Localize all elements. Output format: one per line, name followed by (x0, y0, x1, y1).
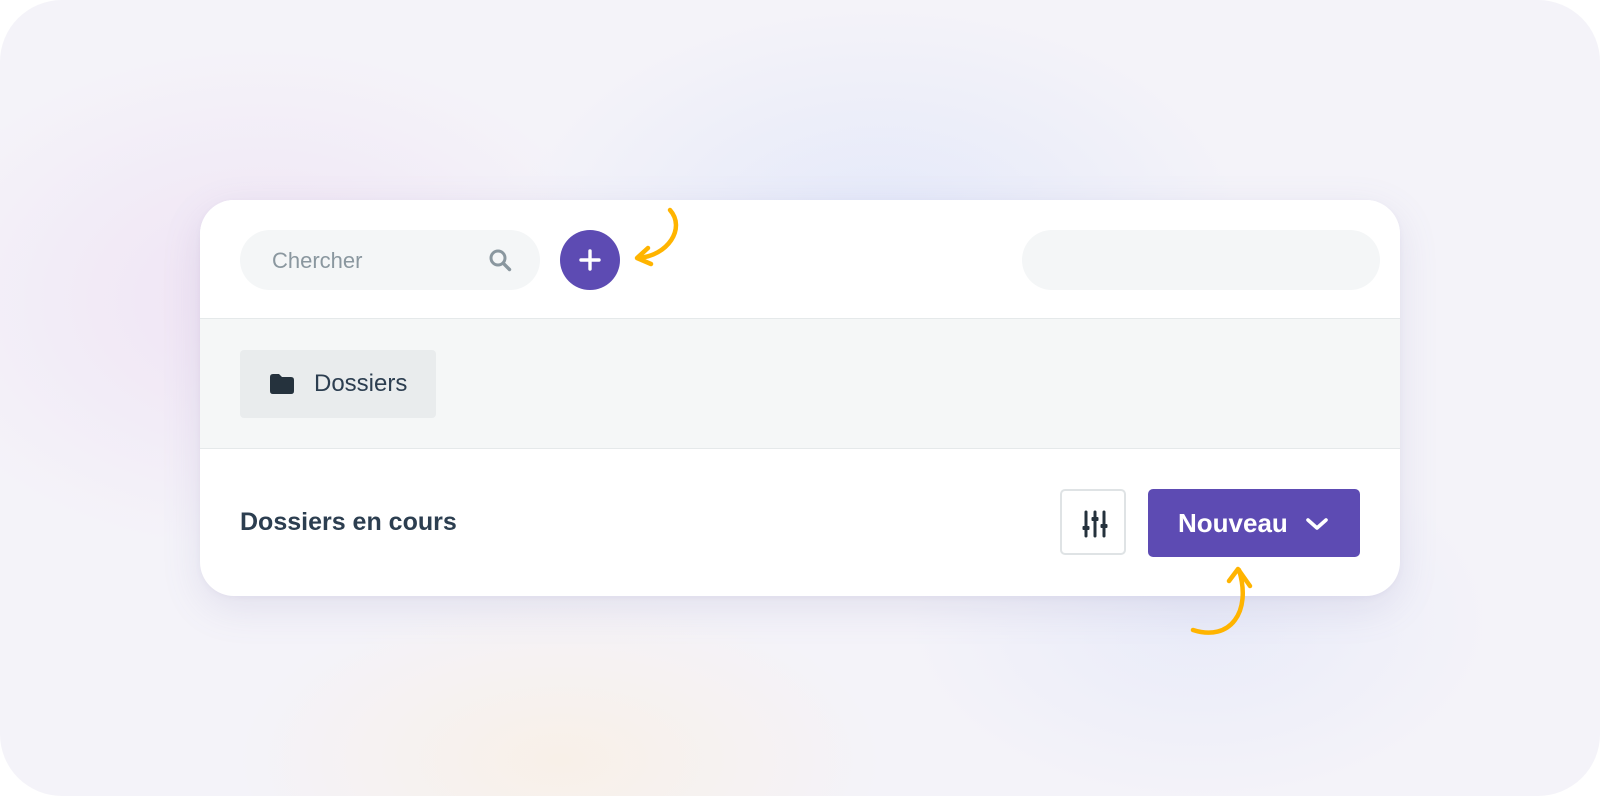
search-input[interactable] (270, 230, 474, 292)
new-dropdown-button[interactable]: Nouveau (1148, 489, 1360, 557)
section-title: Dossiers en cours (240, 508, 457, 536)
search-icon[interactable] (488, 248, 512, 272)
tab-dossiers[interactable]: Dossiers (240, 350, 436, 418)
annotation-arrow-icon (634, 207, 679, 267)
chevron-down-icon (1306, 518, 1328, 530)
tab-dossiers-label: Dossiers (314, 370, 408, 397)
top-toolbar (200, 200, 1400, 319)
search-box (240, 230, 540, 292)
app-panel: Dossiers Dossiers en cours Nouveau (200, 200, 1400, 596)
folder-icon (270, 374, 294, 394)
annotation-arrow-icon (1190, 566, 1253, 635)
background-canvas: Dossiers Dossiers en cours Nouveau (0, 0, 1600, 796)
plus-icon (579, 249, 601, 271)
sliders-icon (1082, 510, 1108, 538)
filter-button[interactable] (1060, 489, 1126, 555)
add-button[interactable] (560, 230, 620, 290)
empty-pill-placeholder (1022, 230, 1380, 290)
folder-navigation-bar: Dossiers (200, 319, 1400, 449)
new-button-label: Nouveau (1178, 508, 1288, 538)
